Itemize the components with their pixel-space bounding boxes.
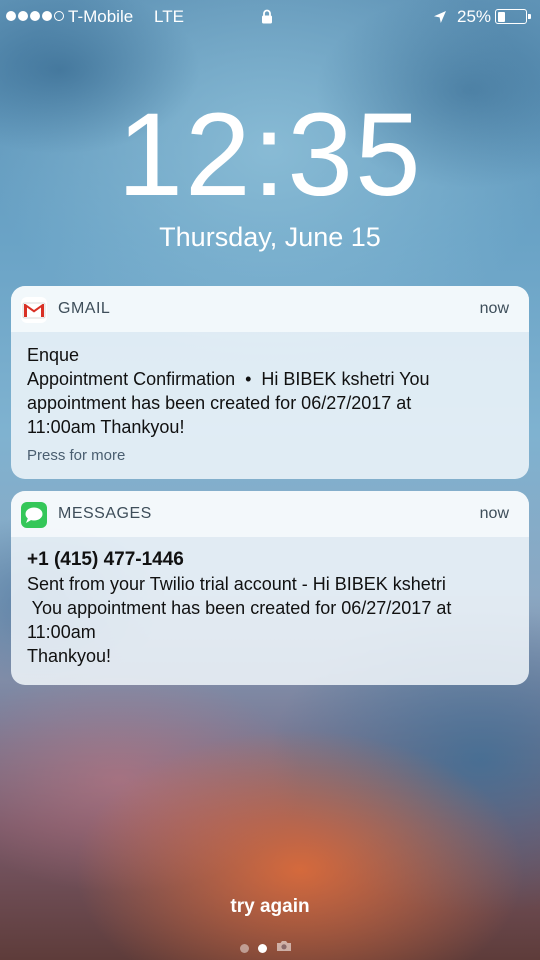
notification-header: GMAIL now bbox=[11, 286, 529, 332]
notification-line: 11:00am Thankyou! bbox=[27, 417, 185, 437]
notification-app-name: MESSAGES bbox=[58, 505, 152, 522]
notification-line: 11:00am bbox=[27, 622, 96, 642]
notification-line: Enque bbox=[27, 345, 80, 365]
notification-time: now bbox=[479, 505, 509, 522]
notification-header: MESSAGES now bbox=[11, 491, 529, 537]
signal-strength-indicator bbox=[6, 11, 64, 21]
signal-dot bbox=[42, 11, 52, 21]
signal-dot bbox=[54, 11, 64, 21]
gmail-icon bbox=[21, 297, 47, 323]
notification-body: Enque Appointment Confirmation • Hi BIBE… bbox=[11, 332, 529, 479]
lock-screen-time: 12:35 bbox=[117, 89, 423, 221]
message-sender: +1 (415) 477-1446 bbox=[27, 549, 184, 570]
location-arrow-icon bbox=[433, 9, 447, 29]
messages-icon bbox=[21, 502, 47, 528]
network-type: LTE bbox=[154, 7, 184, 26]
notification-line: Sent from your Twilio trial account - Hi… bbox=[27, 574, 446, 594]
press-for-more-link[interactable]: Press for more bbox=[27, 444, 513, 468]
notification-line: appointment has been created for 06/27/2… bbox=[27, 393, 412, 413]
battery-percentage: 25% bbox=[457, 7, 492, 26]
lock-screen-date: Thursday, June 15 bbox=[159, 222, 381, 252]
carrier-name: T-Mobile bbox=[68, 7, 134, 26]
battery-level-fill bbox=[497, 11, 505, 22]
status-bar: T-Mobile LTE 25% bbox=[0, 0, 540, 34]
touch-id-hint: try again bbox=[230, 896, 310, 917]
notification-gmail[interactable]: GMAIL now Enque Appointment Confirmation… bbox=[11, 286, 529, 479]
lock-icon bbox=[261, 9, 273, 29]
notification-line: You appointment has been created for 06/… bbox=[27, 598, 452, 618]
camera-icon[interactable] bbox=[276, 939, 292, 957]
notification-time: now bbox=[479, 300, 509, 317]
notification-line: Thankyou! bbox=[27, 646, 112, 666]
page-dot-active[interactable] bbox=[258, 943, 267, 953]
page-dot[interactable] bbox=[240, 943, 249, 953]
notification-body: +1 (415) 477-1446 Sent from your Twilio … bbox=[11, 537, 529, 682]
battery-icon bbox=[495, 9, 531, 24]
notification-line: Appointment Confirmation • Hi BIBEK kshe… bbox=[27, 369, 430, 389]
signal-dot bbox=[18, 11, 28, 21]
notification-app-name: GMAIL bbox=[58, 300, 111, 317]
notification-messages[interactable]: MESSAGES now +1 (415) 477-1446 Sent from… bbox=[11, 491, 529, 685]
page-indicator bbox=[240, 939, 292, 957]
signal-dot bbox=[6, 11, 16, 21]
signal-dot bbox=[30, 11, 40, 21]
